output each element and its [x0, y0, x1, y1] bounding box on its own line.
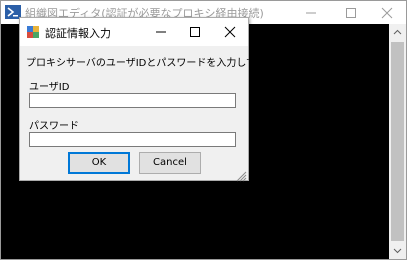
- resize-grip-icon[interactable]: [235, 167, 247, 182]
- password-field[interactable]: [29, 132, 236, 147]
- cancel-button[interactable]: Cancel: [139, 152, 201, 174]
- minimize-button[interactable]: [291, 1, 331, 24]
- close-button[interactable]: [367, 1, 407, 24]
- user-id-label: ユーザID: [29, 82, 70, 93]
- dialog-maximize-button[interactable]: [178, 18, 212, 46]
- dialog-close-button[interactable]: [212, 18, 248, 46]
- console-window: 組織図エディタ(認証が必要なプロキシ経由接続) 認証情報入力 プロキシサーバのユ…: [0, 0, 407, 260]
- dialog-message: プロキシサーバのユーザIDとパスワードを入力してください。: [26, 58, 306, 69]
- vertical-scrollbar[interactable]: [389, 24, 406, 259]
- dialog-minimize-button[interactable]: [144, 18, 178, 46]
- scroll-thumb[interactable]: [391, 42, 404, 241]
- app-icon: [26, 25, 40, 39]
- dialog-title: 認証情報入力: [45, 27, 111, 40]
- ok-button[interactable]: OK: [68, 152, 130, 174]
- dialog-titlebar[interactable]: 認証情報入力: [20, 18, 248, 46]
- maximize-button[interactable]: [331, 1, 371, 24]
- user-id-field[interactable]: [29, 93, 236, 108]
- scroll-down-arrow-icon[interactable]: [389, 242, 406, 259]
- auth-dialog: 認証情報入力 プロキシサーバのユーザIDとパスワードを入力してください。 ユーザ…: [19, 17, 306, 182]
- password-label: パスワード: [29, 121, 79, 132]
- scroll-up-arrow-icon[interactable]: [389, 24, 406, 41]
